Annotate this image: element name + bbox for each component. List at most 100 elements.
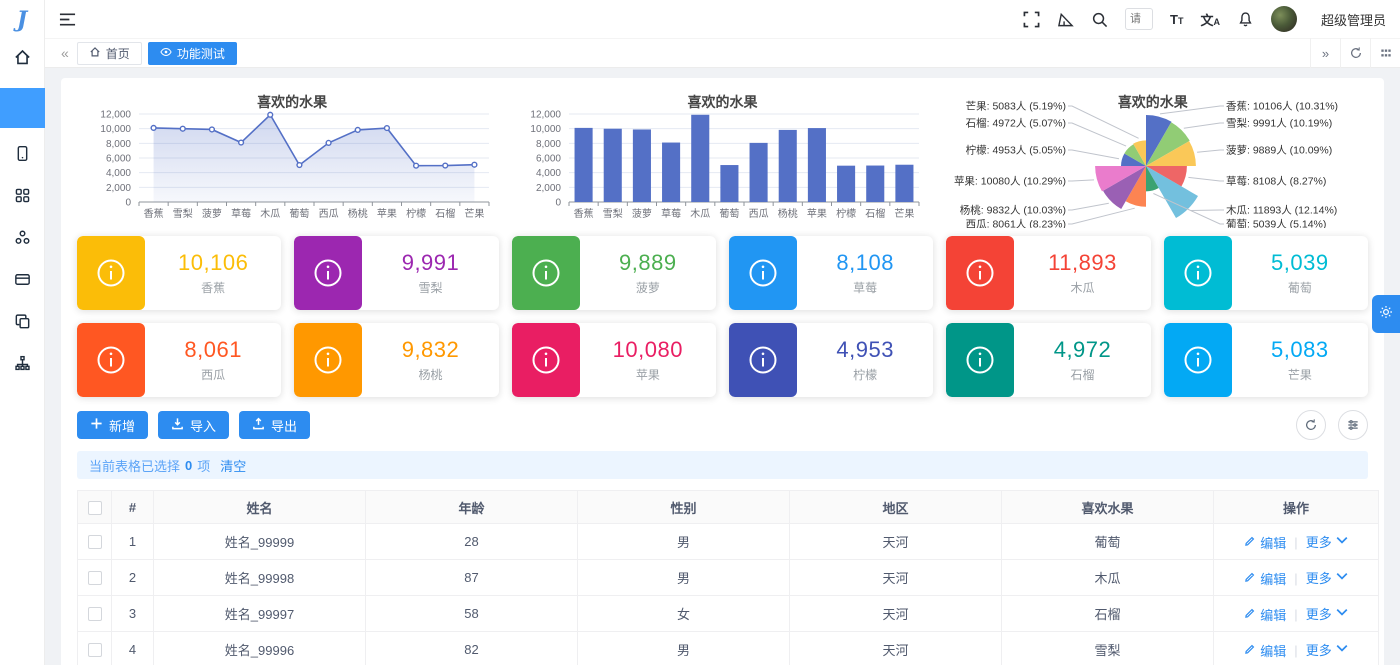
search-icon[interactable]	[1091, 11, 1108, 28]
svg-text:石榴: 石榴	[435, 207, 455, 220]
tab-bar: « 首页 功能测试 »	[45, 38, 1400, 68]
rose-pie-chart: 喜欢的水果 香蕉: 10106人 (10.31%) 雪梨: 9991人 (10.1…	[938, 90, 1368, 228]
action-divider: |	[1294, 606, 1298, 622]
refresh-page-icon[interactable]	[1340, 38, 1370, 68]
tabs-grid-icon[interactable]	[1370, 38, 1400, 68]
select-all-checkbox[interactable]	[87, 500, 102, 515]
action-divider: |	[1294, 642, 1298, 658]
translate-icon[interactable]: 文A	[1200, 10, 1220, 29]
add-button[interactable]: 新增	[77, 411, 149, 439]
column-header: 姓名	[153, 490, 366, 524]
stat-value: 4,972	[1053, 337, 1112, 362]
stat-card: 11,893 木瓜	[946, 236, 1151, 310]
svg-text:苹果: 苹果	[807, 207, 827, 220]
stat-value: 10,106	[178, 250, 249, 275]
svg-text:4,000: 4,000	[106, 168, 131, 179]
row-checkbox[interactable]	[87, 535, 102, 550]
row-checkbox[interactable]	[87, 571, 102, 586]
sidebar-item-card[interactable]	[0, 262, 45, 302]
main-panel: 喜欢的水果 0 2,000 4,000 6,000 8,000 10,000 1 2,000 香…	[61, 78, 1384, 665]
svg-text:草莓: 草莓	[231, 208, 251, 220]
bar-chart-canvas: 02,0004,0006,0008,00010,00012,000香蕉 雪梨 菠萝草…	[531, 110, 920, 220]
user-avatar[interactable]	[1270, 6, 1297, 32]
top-navbar: TT 文A 超级管理员	[45, 0, 1400, 38]
cell-name: 姓名_99997	[153, 595, 366, 632]
action-divider: |	[1294, 570, 1298, 586]
tabs-scroll-left-icon[interactable]: «	[53, 45, 77, 61]
cell-actions: 编辑 | 更多	[1213, 631, 1379, 665]
stat-label: 西瓜	[201, 368, 226, 382]
column-header: #	[111, 490, 154, 524]
svg-text:石榴: 石榴	[866, 207, 886, 220]
refresh-table-button[interactable]	[1296, 410, 1326, 440]
svg-text:苹果: 10080人 (10.29%): 苹果: 10080人 (10.29%)	[954, 175, 1066, 188]
components-icon	[13, 186, 32, 210]
edit-link[interactable]: 编辑	[1244, 569, 1286, 588]
analytics-icon[interactable]	[1057, 11, 1074, 28]
pencil-icon	[1244, 643, 1256, 658]
edit-link[interactable]: 编辑	[1244, 605, 1286, 624]
more-link[interactable]: 更多	[1306, 640, 1348, 659]
sidebar-item-home[interactable]	[0, 40, 45, 80]
row-checkbox[interactable]	[87, 607, 102, 622]
import-icon	[171, 417, 184, 433]
svg-text:西瓜: 西瓜	[749, 208, 769, 220]
info-circle-icon	[1163, 236, 1232, 310]
column-header: 地区	[789, 490, 1002, 524]
export-button[interactable]: 导出	[239, 411, 311, 439]
row-checkbox[interactable]	[87, 643, 102, 658]
more-link[interactable]: 更多	[1306, 532, 1348, 551]
menu-fold-icon[interactable]	[59, 11, 76, 28]
info-circle-icon	[1163, 323, 1232, 397]
tabs-scroll-right-icon[interactable]: »	[1310, 38, 1340, 68]
svg-text:雪梨: 雪梨	[603, 207, 623, 220]
info-circle-icon	[946, 236, 1015, 310]
stat-value: 9,889	[619, 250, 677, 275]
sidebar-item-pages[interactable]	[0, 304, 45, 344]
import-button[interactable]: 导入	[158, 411, 230, 439]
svg-text:6,000: 6,000	[536, 154, 561, 165]
row-checkbox-cell	[77, 523, 112, 560]
tab-home[interactable]: 首页	[76, 41, 142, 65]
cell-actions: 编辑 | 更多	[1213, 523, 1379, 560]
app-logo[interactable]: J	[0, 0, 44, 40]
fullscreen-icon[interactable]	[1023, 11, 1040, 28]
chart-title: 喜欢的水果	[687, 94, 758, 110]
charts-row: 喜欢的水果 0 2,000 4,000 6,000 8,000 10,000 12,000 香…	[77, 90, 1368, 228]
cell-fruit: 雪梨	[1001, 631, 1214, 665]
sidebar-item-components[interactable]	[0, 178, 45, 218]
info-circle-icon	[728, 323, 797, 397]
table-header-row: # 姓名 年龄 性别 地区 喜欢水果 操作	[77, 490, 1379, 524]
stat-value: 10,080	[612, 337, 683, 362]
data-table: # 姓名 年龄 性别 地区 喜欢水果 操作 1 姓名_99999 28 男 天河 葡萄 编辑…	[77, 490, 1379, 665]
content-area: 喜欢的水果 0 2,000 4,000 6,000 8,000 10,000 1 2,000 香…	[45, 68, 1400, 665]
tab-function-test[interactable]: 功能测试	[147, 41, 237, 65]
pencil-icon	[1244, 571, 1256, 586]
more-link[interactable]: 更多	[1306, 604, 1348, 623]
cell-region: 天河	[789, 559, 1002, 596]
sidebar-item-cluster[interactable]	[0, 220, 45, 260]
column-settings-button[interactable]	[1338, 410, 1368, 440]
sidebar-item-device[interactable]	[0, 136, 45, 176]
theme-settings-button[interactable]	[1372, 295, 1400, 333]
stat-label: 石榴	[1070, 368, 1095, 382]
font-size-icon[interactable]: TT	[1170, 12, 1183, 27]
edit-link[interactable]: 编辑	[1244, 641, 1286, 660]
sidebar-item-active[interactable]	[0, 88, 45, 128]
cell-age: 28	[365, 523, 578, 560]
cell-name: 姓名_99999	[153, 523, 366, 560]
bell-icon[interactable]	[1237, 11, 1254, 28]
clear-selection-link[interactable]: 清空	[220, 456, 246, 475]
sidebar-item-org[interactable]	[0, 346, 45, 386]
svg-text:柠檬: 柠檬	[406, 207, 426, 220]
more-link[interactable]: 更多	[1306, 568, 1348, 587]
search-input[interactable]	[1125, 8, 1154, 30]
svg-text:雪梨: 雪梨	[173, 207, 193, 220]
org-tree-icon	[13, 354, 32, 378]
stat-value: 11,893	[1048, 250, 1117, 275]
stat-label: 草莓	[853, 281, 878, 295]
cell-name: 姓名_99996	[153, 631, 366, 665]
edit-link[interactable]: 编辑	[1244, 533, 1286, 552]
home-icon	[13, 48, 32, 72]
stat-card: 9,832 杨桃	[294, 323, 499, 397]
